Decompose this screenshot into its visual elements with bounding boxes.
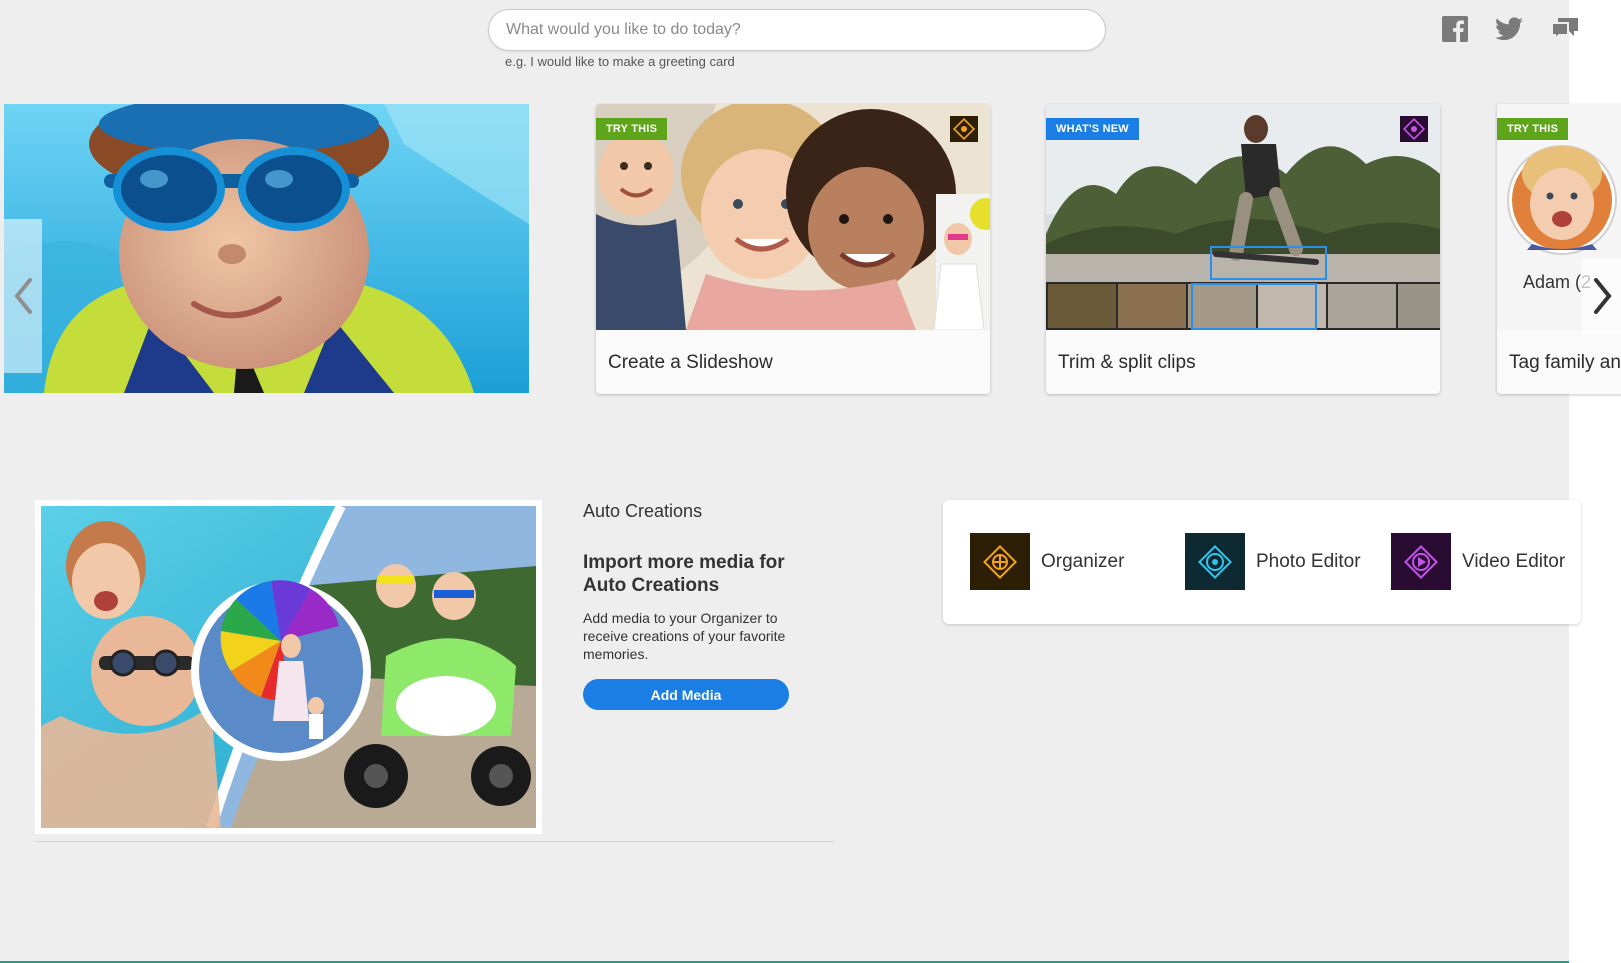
auto-creations-title: Import more media for Auto Creations bbox=[583, 552, 785, 596]
search-hint: e.g. I would like to make a greeting car… bbox=[505, 54, 735, 69]
video-editor-icon bbox=[1391, 533, 1451, 590]
add-media-button[interactable]: Add Media bbox=[583, 679, 789, 710]
tile-trim-split-clips[interactable]: WHAT'S NEW Trim & split clips bbox=[1046, 104, 1440, 394]
carousel-next-button[interactable] bbox=[1582, 258, 1621, 334]
tile-caption: Create a Slideshow bbox=[608, 352, 773, 373]
section-divider bbox=[35, 841, 834, 842]
twitter-icon bbox=[1495, 17, 1523, 41]
carousel-prev-button[interactable] bbox=[4, 219, 42, 373]
tile-caption: Trim & split clips bbox=[1058, 352, 1196, 373]
tile-badge: TRY THIS bbox=[596, 118, 668, 140]
search-bar[interactable] bbox=[488, 9, 1106, 51]
app-launch-panel: Organizer Photo Editor Video Editor bbox=[943, 500, 1581, 624]
facebook-button[interactable] bbox=[1440, 14, 1470, 44]
hero-slide[interactable] bbox=[4, 104, 529, 393]
photo-editor-icon bbox=[1185, 533, 1245, 590]
twitter-button[interactable] bbox=[1494, 14, 1524, 44]
tile-caption: Tag family an bbox=[1509, 352, 1621, 373]
tile-tag-family[interactable]: TRY THIS Adam (2 Tag family an bbox=[1497, 104, 1621, 394]
auto-creations-heading: Auto Creations bbox=[583, 501, 703, 521]
auto-creations-description: Add media to your Organizer to receive c… bbox=[583, 610, 786, 662]
organizer-icon bbox=[970, 533, 1030, 590]
facebook-icon bbox=[1442, 16, 1468, 42]
launch-label: Organizer bbox=[1041, 550, 1125, 572]
auto-creations-collage[interactable] bbox=[35, 500, 542, 834]
search-input[interactable] bbox=[489, 10, 1105, 50]
feedback-button[interactable] bbox=[1550, 14, 1580, 44]
chevron-left-icon bbox=[14, 278, 32, 314]
launch-video-editor[interactable]: Video Editor bbox=[1391, 533, 1572, 590]
launch-label: Photo Editor bbox=[1256, 550, 1361, 572]
organizer-app-icon bbox=[950, 116, 978, 142]
person-name-label: Adam (2 bbox=[1523, 272, 1592, 292]
home-screen: e.g. I would like to make a greeting car… bbox=[0, 0, 1621, 963]
launch-organizer[interactable]: Organizer bbox=[970, 533, 1151, 590]
chevron-right-icon bbox=[1594, 278, 1612, 314]
launch-photo-editor[interactable]: Photo Editor bbox=[1185, 533, 1366, 590]
video-editor-app-icon bbox=[1400, 116, 1428, 142]
hero-swimmer-image bbox=[4, 104, 529, 393]
tile-create-slideshow[interactable]: TRY THIS Create a Slideshow bbox=[596, 104, 990, 394]
tile-badge: TRY THIS bbox=[1497, 118, 1569, 140]
collage-image bbox=[41, 506, 536, 828]
feedback-icon bbox=[1551, 18, 1578, 42]
tile-badge: WHAT'S NEW bbox=[1046, 118, 1139, 140]
launch-label: Video Editor bbox=[1462, 550, 1566, 572]
